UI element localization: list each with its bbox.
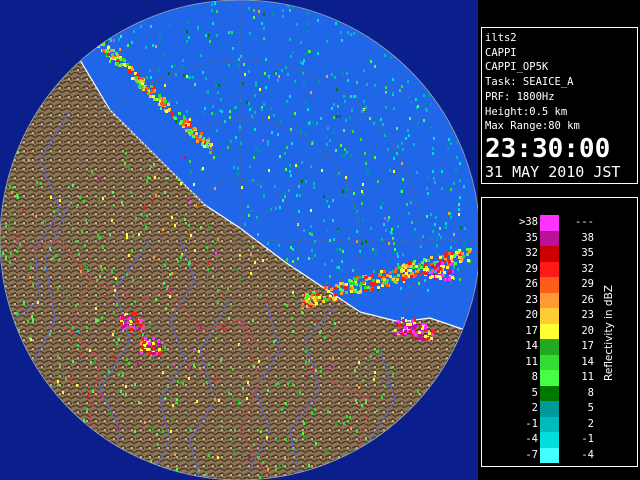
legend-low-value: 29 [525, 262, 538, 275]
legend-low-value: 32 [525, 247, 538, 259]
legend-high-value: 8 [587, 386, 594, 399]
legend-high-value: 2 [587, 417, 594, 430]
height-value: Height:0.5 km [485, 105, 568, 118]
legend-color-swatch [540, 339, 559, 355]
legend-row: 14 17 [482, 339, 602, 355]
legend-color-swatch [540, 323, 559, 339]
product-name: CAPPI [485, 46, 517, 59]
legend-high-value: 35 [581, 247, 594, 259]
legend-color-swatch [540, 447, 559, 463]
legend-row: 32 35 [482, 246, 602, 262]
legend-row: -7 -4 [482, 447, 602, 463]
info-panel: ilts2 CAPPI CAPPI_OP5K Task: SEAICE_A PR… [481, 27, 638, 184]
product-id: CAPPI_OP5K [485, 61, 549, 74]
legend-color-swatch [540, 230, 559, 246]
legend-color-swatch [540, 277, 559, 293]
legend-row: -4 -1 [482, 432, 602, 448]
legend-high-value: -1 [581, 433, 594, 445]
legend-high-value: 32 [581, 262, 594, 275]
legend-row: 20 23 [482, 308, 602, 324]
legend-high-value: -4 [581, 448, 594, 461]
legend-high-value: 26 [581, 293, 594, 306]
legend-low-value: 11 [525, 355, 538, 368]
max-range-value: Max Range:80 km [485, 120, 580, 133]
legend-color-swatch [540, 385, 559, 401]
legend-color-swatch [540, 432, 559, 448]
legend-low-value: -7 [525, 448, 538, 461]
legend-high-value: 29 [581, 278, 594, 290]
legend-row: 29 32 [482, 261, 602, 277]
radar-map [0, 0, 478, 480]
reflectivity-legend: >38 --- 35 38 32 35 29 32 26 29 23 26 20 23 17 20 14 17 11… [481, 197, 638, 467]
legend-row: 25 [482, 401, 602, 417]
legend-low-value: 5 [531, 386, 538, 399]
legend-high-value: 17 [581, 340, 594, 352]
legend-low-value: -1 [525, 417, 538, 430]
legend-color-swatch [540, 370, 559, 386]
prf-value: PRF: 1800Hz [485, 90, 555, 103]
legend-color-swatch [540, 261, 559, 277]
legend-low-value: 23 [525, 293, 538, 306]
legend-row: >38 --- [482, 215, 602, 231]
legend-color-swatch [540, 354, 559, 370]
legend-color-swatch [540, 416, 559, 432]
observation-time: 23:30:00 [485, 133, 611, 164]
legend-high-value: --- [575, 216, 594, 228]
observation-date: 31 MAY 2010 JST [485, 162, 621, 181]
legend-row: 8 11 [482, 370, 602, 386]
legend-row: -1 2 [482, 416, 602, 432]
legend-low-value: 17 [525, 324, 538, 337]
legend-low-value: 20 [525, 309, 538, 321]
legend-row: 17 20 [482, 323, 602, 339]
legend-low-value: 14 [525, 340, 538, 352]
legend-high-value: 38 [581, 231, 594, 244]
legend-low-value: 8 [531, 371, 538, 383]
legend-unit: Reflectivity in dBZ [603, 285, 615, 381]
legend-row: 23 26 [482, 292, 602, 308]
legend-color-swatch [540, 246, 559, 262]
legend-row: 11 14 [482, 354, 602, 370]
legend-row: 58 [482, 385, 602, 401]
legend-high-value: 11 [581, 371, 594, 383]
legend-high-value: 14 [581, 355, 594, 368]
legend-low-value: 26 [525, 278, 538, 290]
legend-low-value: 2 [531, 402, 538, 414]
legend-high-value: 5 [587, 402, 594, 414]
legend-low-value: 35 [525, 231, 538, 244]
legend-color-swatch [540, 215, 559, 231]
legend-color-swatch [540, 401, 559, 417]
legend-high-value: 23 [581, 309, 594, 321]
legend-high-value: 20 [581, 324, 594, 337]
legend-low-value: >38 [519, 216, 538, 228]
legend-row: 26 29 [482, 277, 602, 293]
legend-low-value: -4 [525, 433, 538, 445]
site-name: ilts2 [485, 32, 517, 44]
task-name: Task: SEAICE_A [485, 76, 574, 89]
legend-color-swatch [540, 308, 559, 324]
legend-color-swatch [540, 292, 559, 308]
legend-row: 35 38 [482, 230, 602, 246]
